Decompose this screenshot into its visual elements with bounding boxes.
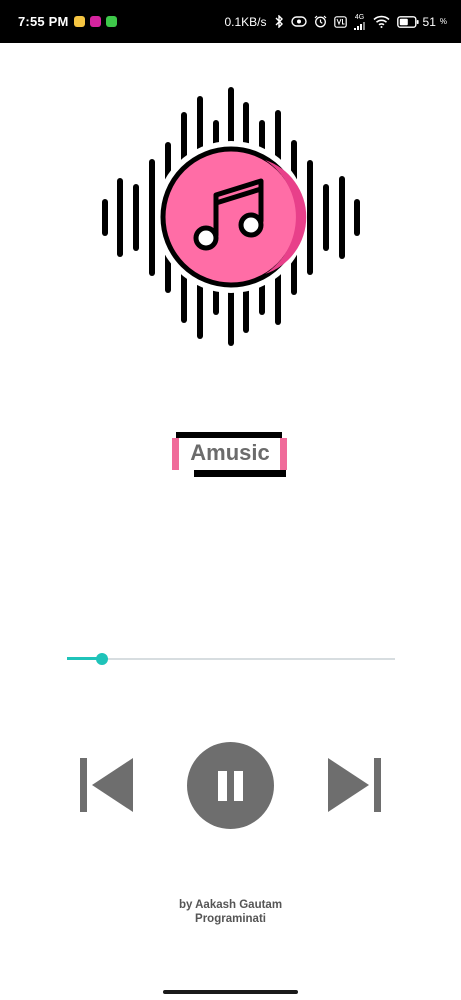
battery-icon bbox=[396, 15, 419, 28]
volte-icon bbox=[333, 15, 347, 28]
seek-bar[interactable] bbox=[67, 650, 395, 668]
credit-author: by Aakash Gautam bbox=[178, 899, 283, 911]
instagram-notification-icon bbox=[89, 16, 101, 27]
app-logo-music-icon bbox=[102, 87, 360, 346]
pause-icon bbox=[218, 771, 243, 801]
app-brand: Amusic bbox=[172, 430, 288, 480]
pause-button[interactable] bbox=[187, 742, 274, 829]
notification-app-icon bbox=[73, 16, 85, 27]
credit-org: Programinati bbox=[195, 913, 266, 925]
percent-sign: % bbox=[439, 17, 447, 26]
alarm-icon bbox=[314, 15, 326, 28]
brand-bar-bottom bbox=[194, 470, 286, 477]
status-time: 7:55 PM bbox=[18, 14, 69, 29]
network-speed: 0.1KB/s bbox=[224, 14, 267, 29]
previous-button[interactable] bbox=[80, 758, 136, 812]
chat-notification-icon bbox=[105, 16, 117, 27]
signal-icon bbox=[353, 21, 365, 30]
bluetooth-icon bbox=[275, 15, 283, 28]
skip-previous-icon bbox=[80, 758, 87, 812]
skip-next-icon bbox=[374, 758, 381, 812]
app-name: Amusic bbox=[190, 440, 270, 465]
status-bar: 7:55 PM 0.1KB/s 4G 51 % bbox=[0, 0, 461, 43]
credits: by Aakash Gautam Programinati bbox=[0, 898, 461, 926]
seek-thumb[interactable] bbox=[95, 653, 108, 665]
battery-percent: 51 bbox=[422, 14, 436, 29]
vibrate-icon bbox=[290, 16, 307, 27]
wifi-icon bbox=[372, 15, 390, 28]
seek-track bbox=[67, 658, 395, 660]
next-button[interactable] bbox=[326, 758, 382, 812]
home-indicator[interactable] bbox=[163, 990, 298, 994]
network-type-label: 4G bbox=[354, 13, 365, 21]
